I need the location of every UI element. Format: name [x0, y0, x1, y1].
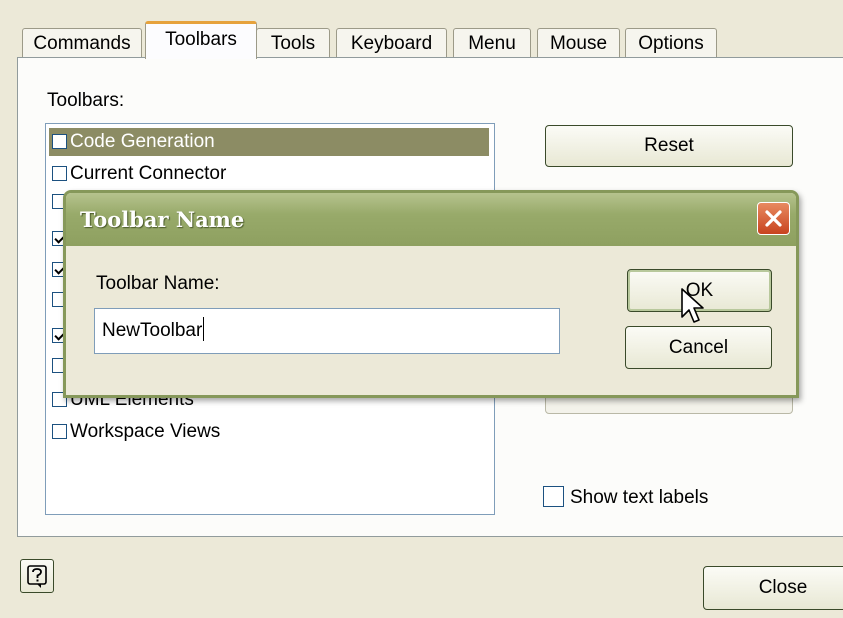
tab-keyboard[interactable]: Keyboard — [336, 28, 447, 58]
list-item-label: Current Connector — [70, 163, 227, 184]
tab-options[interactable]: Options — [625, 28, 717, 58]
close-button[interactable]: Close — [703, 566, 843, 610]
checkbox-icon[interactable] — [543, 486, 564, 507]
list-item-label: Workspace Views — [70, 421, 221, 442]
toolbar-name-dialog: Toolbar Name Toolbar Name: NewToolbar OK… — [63, 190, 799, 398]
dialog-title: Toolbar Name — [80, 207, 245, 232]
tab-mouse[interactable]: Mouse — [537, 28, 620, 58]
list-item[interactable]: Current Connector — [49, 160, 493, 188]
toolbar-name-value: NewToolbar — [102, 320, 203, 341]
close-icon — [765, 210, 782, 227]
text-caret — [203, 317, 205, 341]
toolbar-name-label: Toolbar Name: — [96, 273, 220, 294]
checkbox-icon[interactable] — [52, 166, 67, 181]
toolbar-name-input[interactable]: NewToolbar — [94, 308, 560, 354]
list-item[interactable]: Code Generation — [49, 128, 489, 156]
customize-window: { "tabs": ["Commands", "Toolbars", "Tool… — [0, 0, 843, 618]
dialog-titlebar[interactable]: Toolbar Name — [66, 193, 796, 246]
list-item[interactable]: Workspace Views — [49, 418, 493, 446]
toolbars-label: Toolbars: — [47, 90, 125, 111]
show-text-labels-label: Show text labels — [570, 487, 709, 508]
tab-toolbars[interactable]: Toolbars — [145, 21, 257, 59]
tab-tools[interactable]: Tools — [256, 28, 330, 58]
tab-commands[interactable]: Commands — [22, 28, 142, 58]
checkbox-icon[interactable] — [52, 424, 67, 439]
show-text-labels-checkbox[interactable]: Show text labels — [543, 486, 708, 509]
list-item-label: Code Generation — [70, 131, 215, 152]
reset-button[interactable]: Reset — [545, 125, 793, 167]
help-icon — [27, 565, 47, 588]
help-button[interactable] — [20, 559, 54, 593]
dialog-close-button[interactable] — [757, 202, 790, 235]
checkbox-icon[interactable] — [52, 134, 67, 149]
tab-menu[interactable]: Menu — [453, 28, 531, 58]
cancel-button[interactable]: Cancel — [625, 326, 772, 369]
mouse-cursor-icon — [681, 288, 704, 323]
